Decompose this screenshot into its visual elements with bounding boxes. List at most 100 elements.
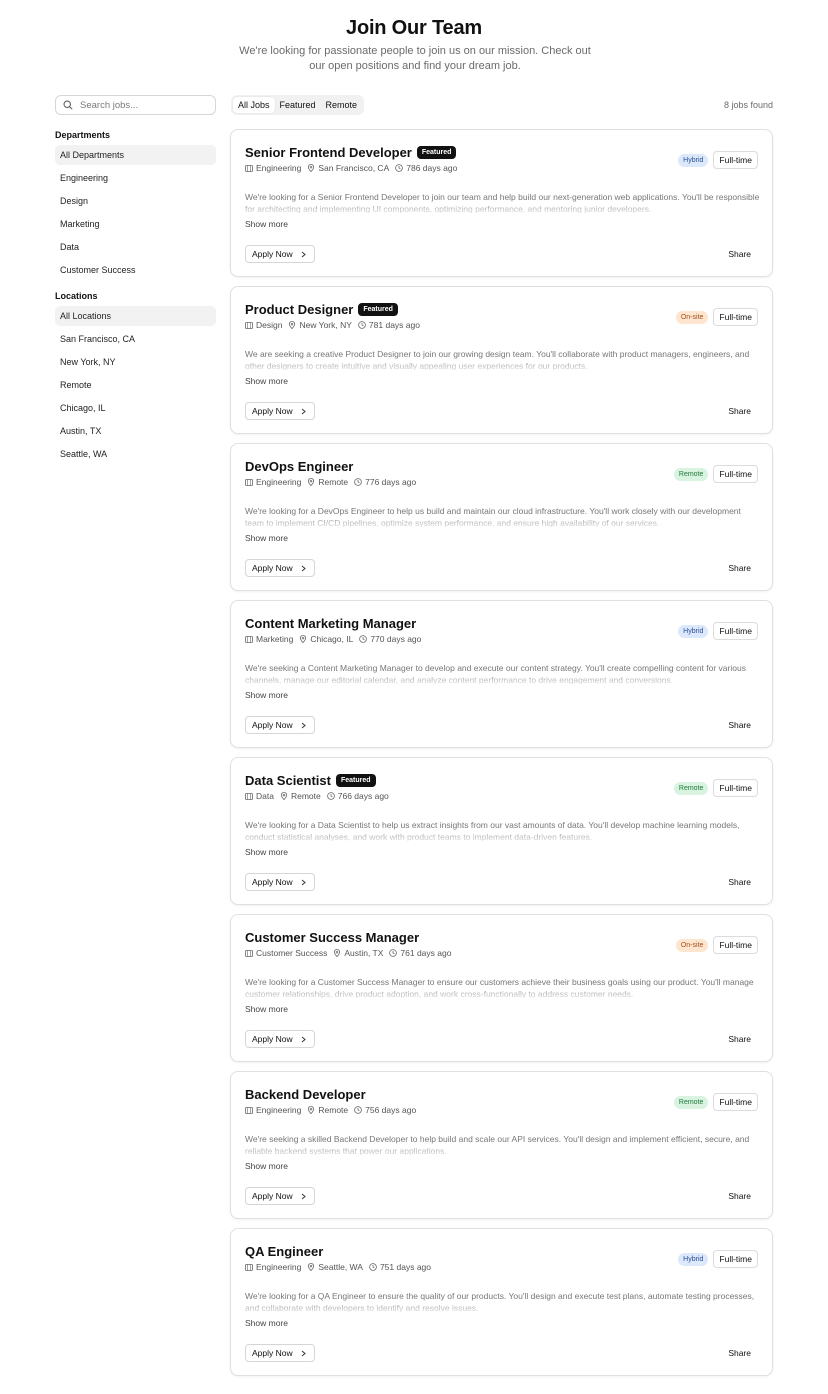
- share-button[interactable]: Share: [728, 720, 751, 730]
- job-badges: On-site Full-time: [675, 936, 758, 954]
- job-title[interactable]: QA Engineer: [245, 1244, 323, 1259]
- employment-type-badge: Full-time: [713, 1093, 758, 1111]
- tab-all-jobs[interactable]: All Jobs: [233, 97, 275, 113]
- location-item-seattle[interactable]: Seattle, WA: [55, 444, 216, 464]
- work-mode-badge: On-site: [675, 938, 709, 952]
- job-posted: 786 days ago: [395, 163, 457, 173]
- job-title[interactable]: DevOps Engineer: [245, 459, 353, 474]
- apply-now-button[interactable]: Apply Now: [245, 716, 315, 734]
- job-posted-label: 770 days ago: [370, 634, 422, 644]
- employment-type-badge: Full-time: [713, 779, 758, 797]
- apply-now-label: Apply Now: [252, 720, 293, 730]
- job-location: Chicago, IL: [299, 634, 353, 644]
- job-description: We're looking for a Data Scientist to he…: [245, 820, 740, 841]
- show-more-link[interactable]: Show more: [245, 219, 288, 229]
- department-item-customer-success[interactable]: Customer Success: [55, 260, 216, 280]
- job-description: We are seeking a creative Product Design…: [245, 349, 750, 370]
- work-mode-badge: Hybrid: [678, 1252, 709, 1266]
- job-posted: 761 days ago: [389, 948, 451, 958]
- job-posted: 770 days ago: [359, 634, 421, 644]
- apply-now-button[interactable]: Apply Now: [245, 402, 315, 420]
- tab-featured[interactable]: Featured: [275, 97, 321, 113]
- job-department-label: Engineering: [256, 477, 302, 487]
- location-item-all[interactable]: All Locations: [55, 306, 216, 326]
- share-button[interactable]: Share: [728, 877, 751, 887]
- job-meta: Engineering Remote 776 days ago: [245, 477, 422, 487]
- show-more-link[interactable]: Show more: [245, 847, 288, 857]
- job-title[interactable]: Senior Frontend Developer: [245, 145, 412, 160]
- location-item-new-york[interactable]: New York, NY: [55, 352, 216, 372]
- job-title[interactable]: Content Marketing Manager: [245, 616, 416, 631]
- show-more-link[interactable]: Show more: [245, 1004, 288, 1014]
- apply-now-button[interactable]: Apply Now: [245, 873, 315, 891]
- job-posted: 776 days ago: [354, 477, 416, 487]
- job-location-label: Chicago, IL: [310, 634, 354, 644]
- department-item-all[interactable]: All Departments: [55, 145, 216, 165]
- apply-now-button[interactable]: Apply Now: [245, 1187, 315, 1205]
- clock-icon: [354, 1106, 362, 1114]
- employment-type-badge: Full-time: [713, 465, 758, 483]
- job-meta: Data Remote 766 days ago: [245, 791, 395, 801]
- apply-now-button[interactable]: Apply Now: [245, 245, 315, 263]
- department-item-data[interactable]: Data: [55, 237, 216, 257]
- show-more-link[interactable]: Show more: [245, 1318, 288, 1328]
- show-more-link[interactable]: Show more: [245, 376, 288, 386]
- share-button[interactable]: Share: [728, 1191, 751, 1201]
- job-card: Backend Developer Engineering Remote 756…: [230, 1071, 773, 1219]
- department-item-design[interactable]: Design: [55, 191, 216, 211]
- job-title-row: Backend Developer: [245, 1087, 366, 1102]
- search-input[interactable]: [80, 99, 210, 111]
- job-card: Content Marketing Manager Marketing Chic…: [230, 600, 773, 748]
- apply-now-button[interactable]: Apply Now: [245, 1344, 315, 1362]
- job-badges: On-site Full-time: [675, 308, 758, 326]
- tab-remote[interactable]: Remote: [321, 97, 363, 113]
- share-button[interactable]: Share: [728, 249, 751, 259]
- location-item-chicago[interactable]: Chicago, IL: [55, 398, 216, 418]
- job-department: Engineering: [245, 1262, 301, 1272]
- building-icon: [245, 1107, 253, 1114]
- location-pin-icon: [289, 321, 296, 329]
- job-posted: 756 days ago: [354, 1105, 416, 1115]
- job-title[interactable]: Data Scientist: [245, 773, 331, 788]
- employment-type-badge: Full-time: [713, 936, 758, 954]
- department-item-marketing[interactable]: Marketing: [55, 214, 216, 234]
- job-description: We're looking for a Senior Frontend Deve…: [245, 192, 760, 213]
- apply-now-button[interactable]: Apply Now: [245, 1030, 315, 1048]
- job-location: Remote: [280, 791, 321, 801]
- location-item-san-francisco[interactable]: San Francisco, CA: [55, 329, 216, 349]
- job-card: Customer Success Manager Customer Succes…: [230, 914, 773, 1062]
- job-posted-label: 781 days ago: [368, 320, 420, 330]
- department-item-engineering[interactable]: Engineering: [55, 168, 216, 188]
- job-department: Design: [245, 320, 282, 330]
- job-meta: Engineering Remote 756 days ago: [245, 1105, 422, 1115]
- job-posted: 766 days ago: [326, 791, 389, 801]
- work-mode-badge: Remote: [673, 467, 709, 481]
- show-more-link[interactable]: Show more: [245, 1161, 288, 1171]
- job-title[interactable]: Customer Success Manager: [245, 930, 419, 945]
- location-pin-icon: [334, 949, 341, 957]
- share-button[interactable]: Share: [728, 1034, 751, 1044]
- show-more-link[interactable]: Show more: [245, 533, 288, 543]
- apply-now-label: Apply Now: [252, 249, 293, 259]
- job-posted: 781 days ago: [358, 320, 420, 330]
- job-department-label: Marketing: [256, 634, 294, 644]
- job-title[interactable]: Product Designer: [245, 302, 353, 317]
- job-location: San Francisco, CA: [307, 163, 389, 173]
- show-more-link[interactable]: Show more: [245, 690, 288, 700]
- work-mode-badge: Remote: [673, 1095, 709, 1109]
- chevron-right-icon: [301, 1350, 306, 1356]
- search-box[interactable]: [55, 95, 216, 115]
- job-badges: Remote Full-time: [673, 1093, 758, 1111]
- location-item-austin[interactable]: Austin, TX: [55, 421, 216, 441]
- job-title[interactable]: Backend Developer: [245, 1087, 366, 1102]
- share-button[interactable]: Share: [728, 1348, 751, 1358]
- job-badges: Hybrid Full-time: [678, 622, 758, 640]
- location-item-remote[interactable]: Remote: [55, 375, 216, 395]
- apply-now-label: Apply Now: [252, 406, 293, 416]
- location-pin-icon: [300, 635, 307, 643]
- share-button[interactable]: Share: [728, 563, 751, 573]
- share-button[interactable]: Share: [728, 406, 751, 416]
- job-department: Engineering: [245, 163, 301, 173]
- apply-now-button[interactable]: Apply Now: [245, 559, 315, 577]
- locations-heading: Locations: [55, 291, 98, 301]
